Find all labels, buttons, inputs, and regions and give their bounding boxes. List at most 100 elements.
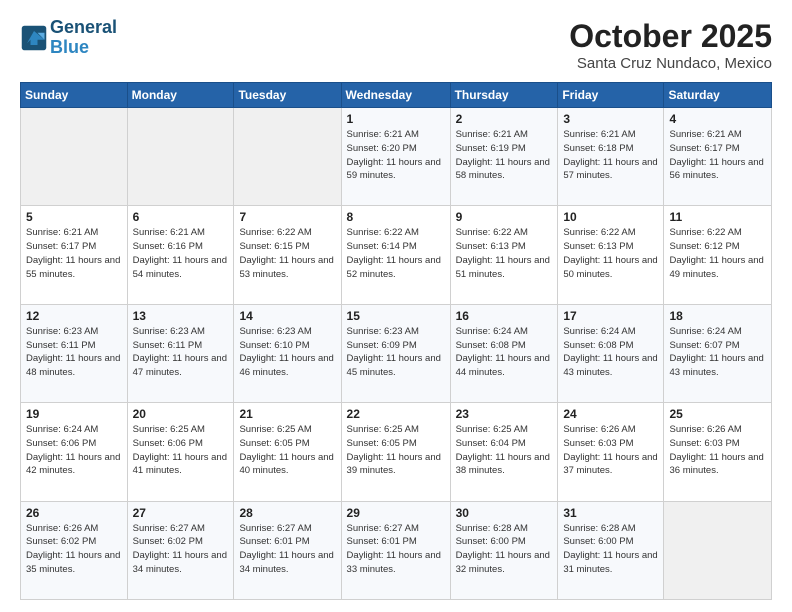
col-header-sunday: Sunday bbox=[21, 83, 128, 108]
day-number: 12 bbox=[26, 309, 122, 323]
col-header-tuesday: Tuesday bbox=[234, 83, 341, 108]
calendar-week-3: 12 Sunrise: 6:23 AM Sunset: 6:11 PM Dayli… bbox=[21, 304, 772, 402]
day-number: 4 bbox=[669, 112, 766, 126]
logo-text: General Blue bbox=[50, 18, 117, 58]
calendar-cell: 7Sunrise: 6:22 AM Sunset: 6:15 PM Daylig… bbox=[234, 206, 341, 304]
calendar-cell: 11 Sunrise: 6:22 AM Sunset: 6:12 PM Dayli… bbox=[664, 206, 772, 304]
day-info: Sunrise: 6:28 AM Sunset: 6:00 PM Dayligh… bbox=[563, 522, 658, 577]
header: General Blue October 2025 Santa Cruz Nun… bbox=[20, 18, 772, 72]
day-number: 9 bbox=[456, 210, 553, 224]
day-info: Sunrise: 6:23 AM Sunset: 6:10 PM Dayligh… bbox=[239, 325, 335, 380]
logo-line2: Blue bbox=[50, 38, 117, 58]
col-header-friday: Friday bbox=[558, 83, 664, 108]
calendar-cell: 9 Sunrise: 6:22 AM Sunset: 6:13 PM Daylig… bbox=[450, 206, 558, 304]
day-info: Sunrise: 6:24 AM Sunset: 6:06 PM Dayligh… bbox=[26, 423, 122, 478]
day-info: Sunrise: 6:25 AM Sunset: 6:05 PM Dayligh… bbox=[239, 423, 335, 478]
calendar-cell bbox=[21, 108, 128, 206]
day-number: 14 bbox=[239, 309, 335, 323]
calendar-cell: 20 Sunrise: 6:25 AM Sunset: 6:06 PM Dayli… bbox=[127, 403, 234, 501]
col-header-saturday: Saturday bbox=[664, 83, 772, 108]
calendar-cell: 21 Sunrise: 6:25 AM Sunset: 6:05 PM Dayli… bbox=[234, 403, 341, 501]
day-number: 8 bbox=[347, 210, 445, 224]
day-info: Sunrise: 6:23 AM Sunset: 6:09 PM Dayligh… bbox=[347, 325, 445, 380]
calendar-cell: 1 Sunrise: 6:21 AM Sunset: 6:20 PM Daylig… bbox=[341, 108, 450, 206]
day-info: Sunrise: 6:27 AM Sunset: 6:01 PM Dayligh… bbox=[239, 522, 335, 577]
calendar-cell: 26Sunrise: 6:26 AM Sunset: 6:02 PM Dayli… bbox=[21, 501, 128, 599]
day-info: Sunrise: 6:26 AM Sunset: 6:02 PM Dayligh… bbox=[26, 522, 122, 577]
day-info: Sunrise: 6:27 AM Sunset: 6:02 PM Dayligh… bbox=[133, 522, 229, 577]
calendar-cell: 22 Sunrise: 6:25 AM Sunset: 6:05 PM Dayli… bbox=[341, 403, 450, 501]
logo-line1: General bbox=[50, 18, 117, 38]
day-info: Sunrise: 6:22 AM Sunset: 6:12 PM Dayligh… bbox=[669, 226, 766, 281]
day-info: Sunrise: 6:25 AM Sunset: 6:05 PM Dayligh… bbox=[347, 423, 445, 478]
day-number: 31 bbox=[563, 506, 658, 520]
day-number: 27 bbox=[133, 506, 229, 520]
calendar-header-row: SundayMondayTuesdayWednesdayThursdayFrid… bbox=[21, 83, 772, 108]
day-number: 2 bbox=[456, 112, 553, 126]
day-info: Sunrise: 6:25 AM Sunset: 6:04 PM Dayligh… bbox=[456, 423, 553, 478]
calendar-week-4: 19 Sunrise: 6:24 AM Sunset: 6:06 PM Dayli… bbox=[21, 403, 772, 501]
day-number: 28 bbox=[239, 506, 335, 520]
day-number: 6 bbox=[133, 210, 229, 224]
day-info: Sunrise: 6:28 AM Sunset: 6:00 PM Dayligh… bbox=[456, 522, 553, 577]
logo: General Blue bbox=[20, 18, 117, 58]
day-number: 17 bbox=[563, 309, 658, 323]
day-info: Sunrise: 6:21 AM Sunset: 6:17 PM Dayligh… bbox=[26, 226, 122, 281]
calendar-cell: 13 Sunrise: 6:23 AM Sunset: 6:11 PM Dayli… bbox=[127, 304, 234, 402]
calendar-week-2: 5 Sunrise: 6:21 AM Sunset: 6:17 PM Daylig… bbox=[21, 206, 772, 304]
calendar-week-1: 1 Sunrise: 6:21 AM Sunset: 6:20 PM Daylig… bbox=[21, 108, 772, 206]
calendar-cell: 15 Sunrise: 6:23 AM Sunset: 6:09 PM Dayli… bbox=[341, 304, 450, 402]
day-number: 16 bbox=[456, 309, 553, 323]
day-info: Sunrise: 6:23 AM Sunset: 6:11 PM Dayligh… bbox=[26, 325, 122, 380]
day-number: 15 bbox=[347, 309, 445, 323]
calendar-cell: 2 Sunrise: 6:21 AM Sunset: 6:19 PM Daylig… bbox=[450, 108, 558, 206]
day-number: 20 bbox=[133, 407, 229, 421]
calendar-cell: 6 Sunrise: 6:21 AM Sunset: 6:16 PM Daylig… bbox=[127, 206, 234, 304]
location: Santa Cruz Nundaco, Mexico bbox=[569, 55, 772, 72]
calendar-cell: 8 Sunrise: 6:22 AM Sunset: 6:14 PM Daylig… bbox=[341, 206, 450, 304]
day-number: 13 bbox=[133, 309, 229, 323]
calendar-cell: 31 Sunrise: 6:28 AM Sunset: 6:00 PM Dayli… bbox=[558, 501, 664, 599]
logo-icon bbox=[20, 24, 48, 52]
calendar-cell bbox=[127, 108, 234, 206]
day-number: 25 bbox=[669, 407, 766, 421]
day-info: Sunrise: 6:23 AM Sunset: 6:11 PM Dayligh… bbox=[133, 325, 229, 380]
day-number: 3 bbox=[563, 112, 658, 126]
calendar-cell: 23 Sunrise: 6:25 AM Sunset: 6:04 PM Dayli… bbox=[450, 403, 558, 501]
calendar-cell: 28 Sunrise: 6:27 AM Sunset: 6:01 PM Dayli… bbox=[234, 501, 341, 599]
day-info: Sunrise: 6:22 AM Sunset: 6:15 PM Dayligh… bbox=[239, 226, 335, 281]
col-header-wednesday: Wednesday bbox=[341, 83, 450, 108]
day-number: 11 bbox=[669, 210, 766, 224]
day-info: Sunrise: 6:24 AM Sunset: 6:08 PM Dayligh… bbox=[563, 325, 658, 380]
calendar-week-5: 26Sunrise: 6:26 AM Sunset: 6:02 PM Dayli… bbox=[21, 501, 772, 599]
day-info: Sunrise: 6:26 AM Sunset: 6:03 PM Dayligh… bbox=[563, 423, 658, 478]
day-info: Sunrise: 6:21 AM Sunset: 6:16 PM Dayligh… bbox=[133, 226, 229, 281]
day-info: Sunrise: 6:24 AM Sunset: 6:08 PM Dayligh… bbox=[456, 325, 553, 380]
calendar-cell: 16 Sunrise: 6:24 AM Sunset: 6:08 PM Dayli… bbox=[450, 304, 558, 402]
calendar-cell: 30Sunrise: 6:28 AM Sunset: 6:00 PM Dayli… bbox=[450, 501, 558, 599]
day-info: Sunrise: 6:25 AM Sunset: 6:06 PM Dayligh… bbox=[133, 423, 229, 478]
calendar-cell: 5 Sunrise: 6:21 AM Sunset: 6:17 PM Daylig… bbox=[21, 206, 128, 304]
day-number: 10 bbox=[563, 210, 658, 224]
day-info: Sunrise: 6:22 AM Sunset: 6:14 PM Dayligh… bbox=[347, 226, 445, 281]
page: General Blue October 2025 Santa Cruz Nun… bbox=[0, 0, 792, 612]
day-number: 19 bbox=[26, 407, 122, 421]
day-number: 21 bbox=[239, 407, 335, 421]
col-header-monday: Monday bbox=[127, 83, 234, 108]
day-number: 5 bbox=[26, 210, 122, 224]
day-number: 1 bbox=[347, 112, 445, 126]
calendar-cell: 24Sunrise: 6:26 AM Sunset: 6:03 PM Dayli… bbox=[558, 403, 664, 501]
day-info: Sunrise: 6:21 AM Sunset: 6:20 PM Dayligh… bbox=[347, 128, 445, 183]
day-info: Sunrise: 6:22 AM Sunset: 6:13 PM Dayligh… bbox=[563, 226, 658, 281]
day-info: Sunrise: 6:21 AM Sunset: 6:19 PM Dayligh… bbox=[456, 128, 553, 183]
calendar-cell: 25 Sunrise: 6:26 AM Sunset: 6:03 PM Dayli… bbox=[664, 403, 772, 501]
day-number: 23 bbox=[456, 407, 553, 421]
calendar-cell: 18Sunrise: 6:24 AM Sunset: 6:07 PM Dayli… bbox=[664, 304, 772, 402]
day-number: 22 bbox=[347, 407, 445, 421]
calendar-cell: 4Sunrise: 6:21 AM Sunset: 6:17 PM Daylig… bbox=[664, 108, 772, 206]
day-number: 29 bbox=[347, 506, 445, 520]
title-block: October 2025 Santa Cruz Nundaco, Mexico bbox=[569, 18, 772, 72]
day-info: Sunrise: 6:22 AM Sunset: 6:13 PM Dayligh… bbox=[456, 226, 553, 281]
day-info: Sunrise: 6:26 AM Sunset: 6:03 PM Dayligh… bbox=[669, 423, 766, 478]
calendar-cell: 12 Sunrise: 6:23 AM Sunset: 6:11 PM Dayli… bbox=[21, 304, 128, 402]
